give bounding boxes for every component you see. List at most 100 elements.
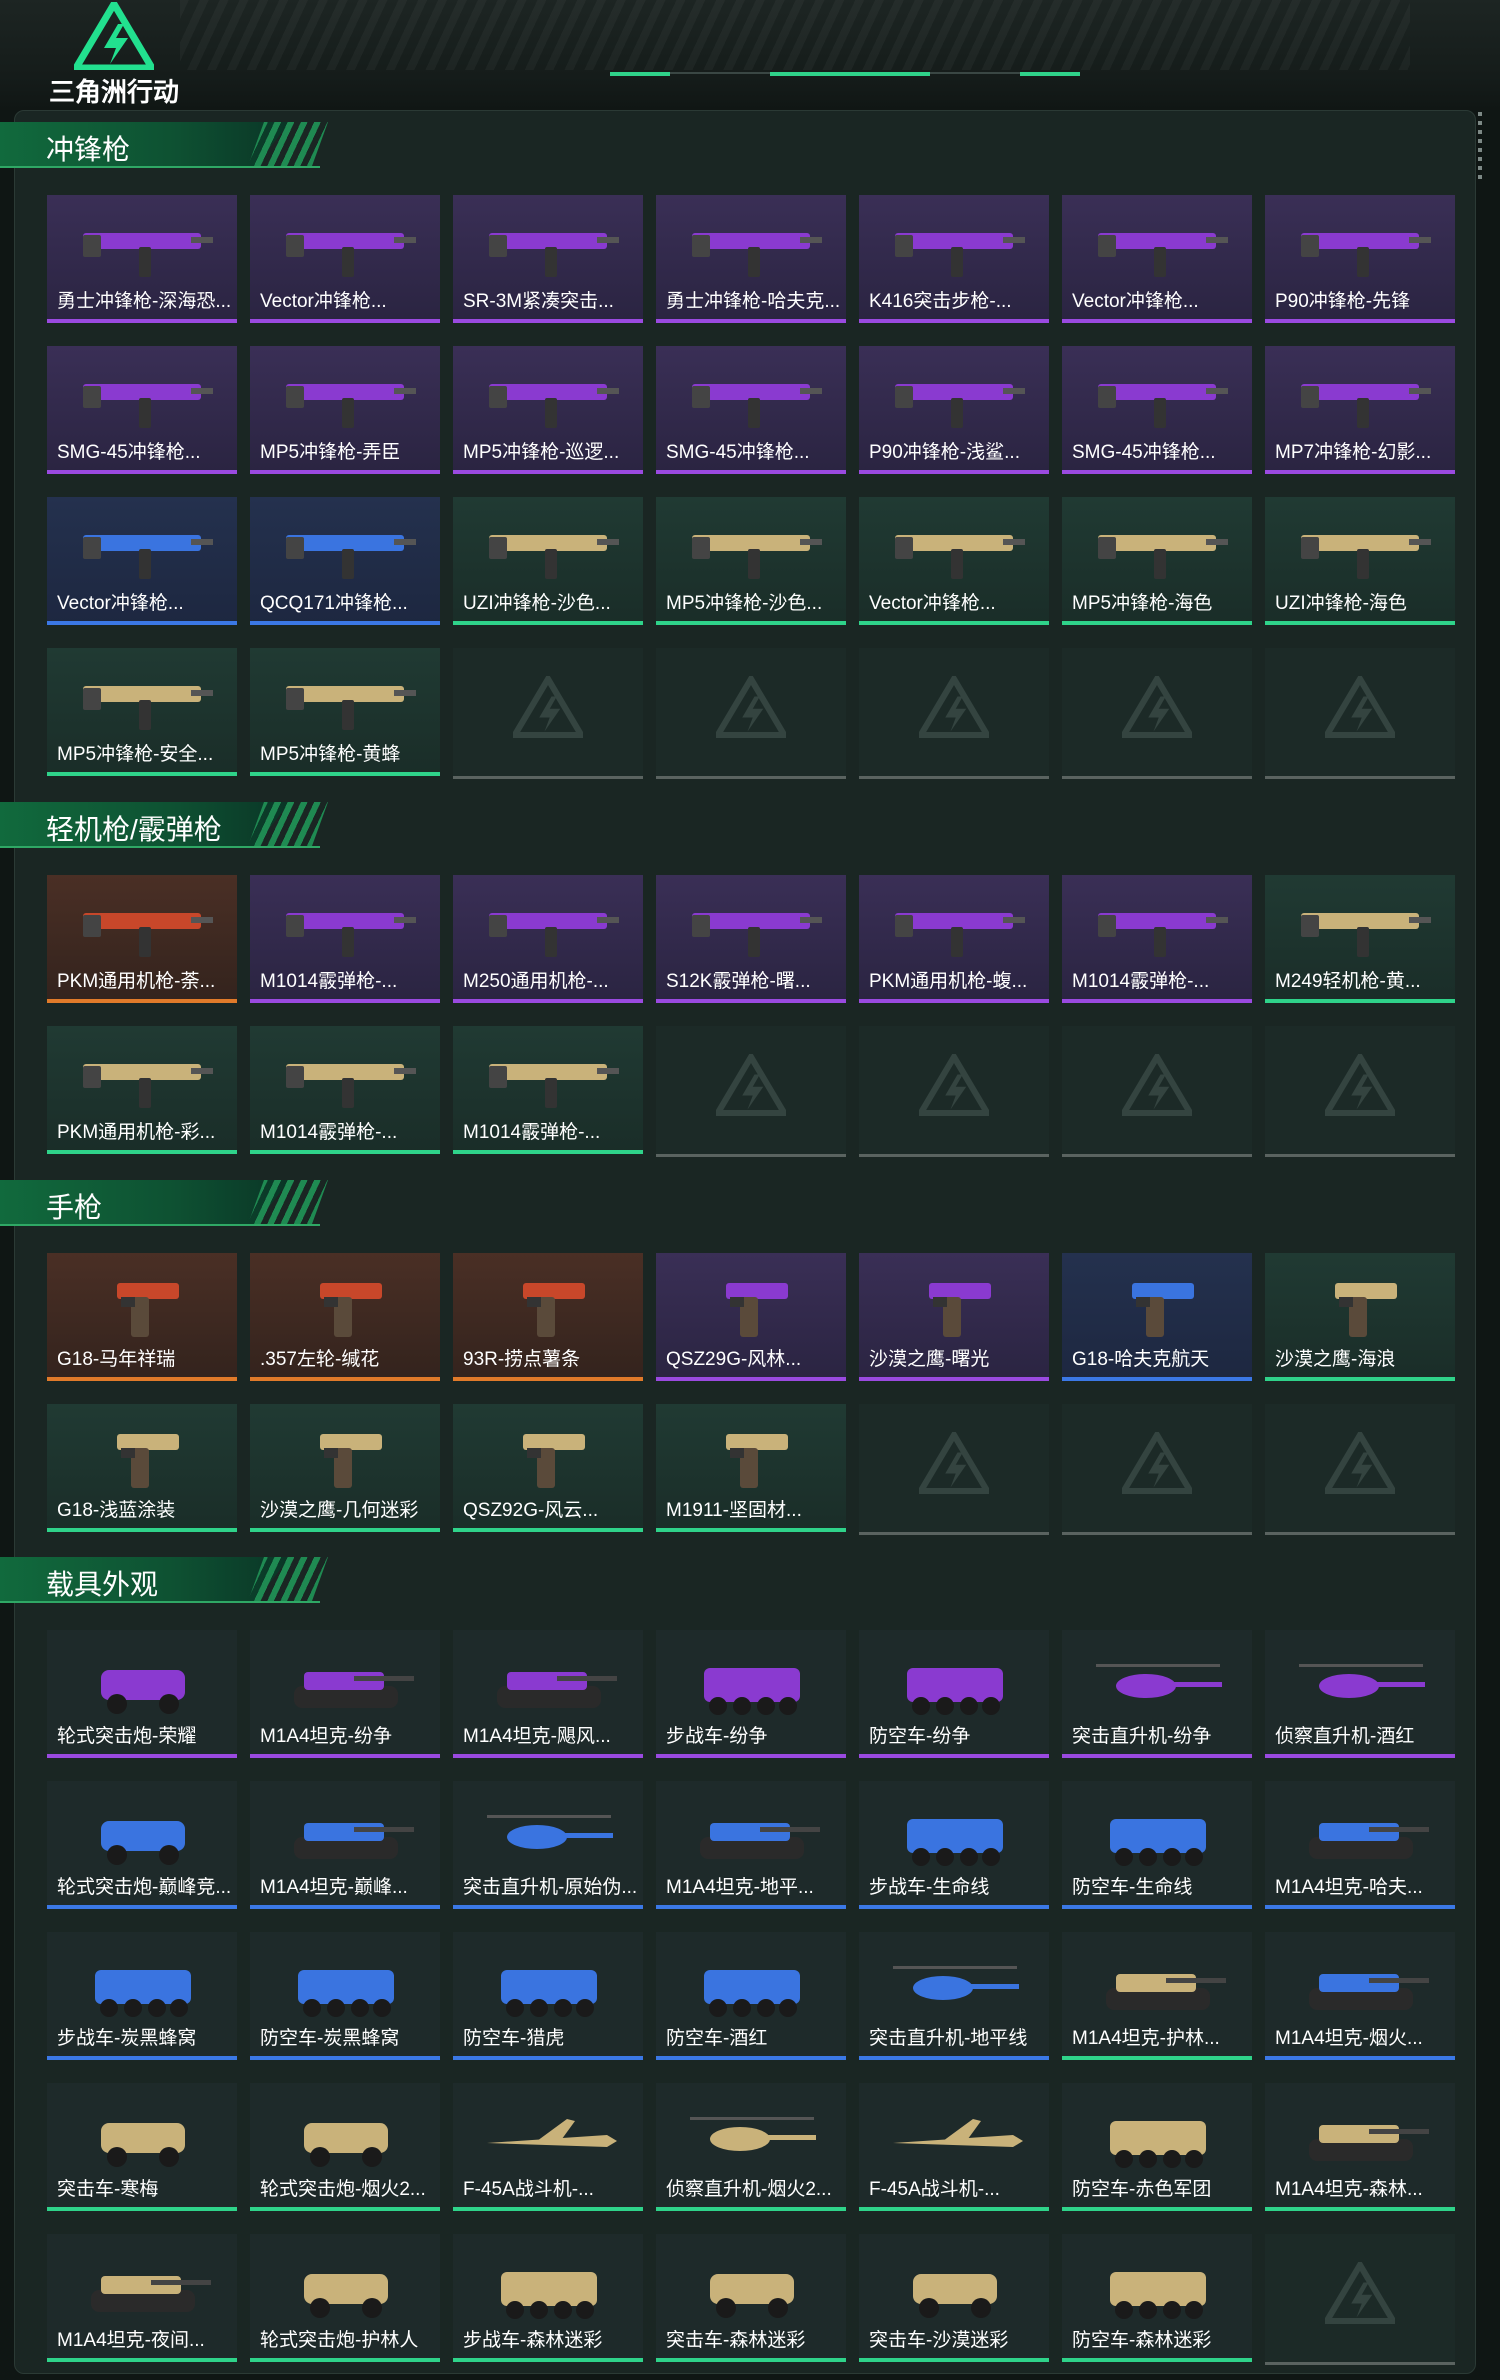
item-card[interactable]: 突击车-森林迷彩 — [656, 2234, 846, 2362]
item-card[interactable]: 突击直升机-地平线 — [859, 1932, 1049, 2060]
item-card[interactable]: 侦察直升机-烟火2... — [656, 2083, 846, 2211]
item-card[interactable]: 93R-捞点薯条 — [453, 1253, 643, 1381]
item-card[interactable]: 轮式突击炮-烟火2... — [250, 2083, 440, 2211]
rarity-bar — [47, 1377, 237, 1381]
item-card[interactable]: MP5冲锋枪-安全... — [47, 648, 237, 776]
item-card[interactable]: M1A4坦克-飓风... — [453, 1630, 643, 1758]
item-card[interactable]: 防空车-炭黑蜂窝 — [250, 1932, 440, 2060]
item-card[interactable]: 突击直升机-纷争 — [1062, 1630, 1252, 1758]
item-card[interactable]: 沙漠之鹰-海浪 — [1265, 1253, 1455, 1381]
item-card[interactable]: UZI冲锋枪-海色 — [1265, 497, 1455, 625]
item-card[interactable]: MP7冲锋枪-幻影... — [1265, 346, 1455, 474]
item-card[interactable]: 防空车-赤色军团 — [1062, 2083, 1252, 2211]
item-card[interactable]: 沙漠之鹰-曙光 — [859, 1253, 1049, 1381]
item-card[interactable]: G18-浅蓝涂装 — [47, 1404, 237, 1532]
item-card[interactable]: 步战车-炭黑蜂窝 — [47, 1932, 237, 2060]
item-card[interactable]: UZI冲锋枪-沙色... — [453, 497, 643, 625]
rarity-bar — [453, 1905, 643, 1909]
item-card[interactable]: MP5冲锋枪-巡逻... — [453, 346, 643, 474]
item-card[interactable]: 突击直升机-原始伪... — [453, 1781, 643, 1909]
item-card[interactable]: 防空车-酒红 — [656, 1932, 846, 2060]
item-card[interactable]: 突击车-寒梅 — [47, 2083, 237, 2211]
item-card[interactable]: Vector冲锋枪... — [47, 497, 237, 625]
rarity-bar — [859, 621, 1049, 625]
item-card[interactable]: MP5冲锋枪-海色 — [1062, 497, 1252, 625]
item-label: 沙漠之鹰-几何迷彩 — [260, 1500, 419, 1521]
item-card[interactable]: M1014霰弹枪-... — [1062, 875, 1252, 1003]
item-card[interactable]: K416突击步枪-... — [859, 195, 1049, 323]
item-card[interactable]: 防空车-生命线 — [1062, 1781, 1252, 1909]
item-card[interactable]: MP5冲锋枪-弄臣 — [250, 346, 440, 474]
scrollbar[interactable] — [1478, 112, 1482, 182]
item-card[interactable]: 轮式突击炮-巅峰竞... — [47, 1781, 237, 1909]
item-card[interactable]: F-45A战斗机-... — [859, 2083, 1049, 2211]
item-card[interactable]: 侦察直升机-酒红 — [1265, 1630, 1455, 1758]
rarity-bar — [1265, 999, 1455, 1003]
rarity-bar — [1062, 999, 1252, 1003]
item-card[interactable]: .357左轮-缄花 — [250, 1253, 440, 1381]
item-card[interactable]: QSZ92G-风云... — [453, 1404, 643, 1532]
item-card[interactable]: SMG-45冲锋枪... — [47, 346, 237, 474]
item-card[interactable]: SMG-45冲锋枪... — [1062, 346, 1252, 474]
item-card[interactable]: 防空车-森林迷彩 — [1062, 2234, 1252, 2362]
item-card[interactable]: 勇士冲锋枪-深海恐... — [47, 195, 237, 323]
item-label: MP5冲锋枪-安全... — [57, 744, 214, 765]
empty-slot — [1265, 648, 1455, 779]
item-card[interactable]: 步战车-森林迷彩 — [453, 2234, 643, 2362]
item-card[interactable]: M250通用机枪-... — [453, 875, 643, 1003]
item-card[interactable]: M249轻机枪-黄... — [1265, 875, 1455, 1003]
item-card[interactable]: G18-哈夫克航天 — [1062, 1253, 1252, 1381]
item-card[interactable]: 沙漠之鹰-几何迷彩 — [250, 1404, 440, 1532]
item-label: 突击车-森林迷彩 — [666, 2330, 806, 2351]
item-card[interactable]: 步战车-纷争 — [656, 1630, 846, 1758]
item-card[interactable]: M1A4坦克-哈夫... — [1265, 1781, 1455, 1909]
item-card[interactable]: P90冲锋枪-浅鲨... — [859, 346, 1049, 474]
empty-slot-logo-icon — [919, 1432, 989, 1494]
item-label: MP5冲锋枪-海色 — [1072, 593, 1213, 614]
item-card[interactable]: 突击车-沙漠迷彩 — [859, 2234, 1049, 2362]
item-card[interactable]: 防空车-猎虎 — [453, 1932, 643, 2060]
item-card[interactable]: P90冲锋枪-先锋 — [1265, 195, 1455, 323]
item-card[interactable]: M1A4坦克-巅峰... — [250, 1781, 440, 1909]
apc-icon — [1076, 2099, 1238, 2179]
item-card[interactable]: M1A4坦克-地平... — [656, 1781, 846, 1909]
item-card[interactable]: QSZ29G-风林... — [656, 1253, 846, 1381]
empty-slot-logo-icon — [1122, 676, 1192, 738]
item-card[interactable]: SR-3M紧凑突击... — [453, 195, 643, 323]
lmg-icon — [61, 891, 223, 971]
item-card[interactable]: S12K霰弹枪-曙... — [656, 875, 846, 1003]
item-card[interactable]: MP5冲锋枪-黄蜂 — [250, 648, 440, 776]
item-card[interactable]: 勇士冲锋枪-哈夫克... — [656, 195, 846, 323]
item-card[interactable]: M1A4坦克-烟火... — [1265, 1932, 1455, 2060]
item-card[interactable]: M1911-坚固材... — [656, 1404, 846, 1532]
item-label: K416突击步枪-... — [869, 291, 1012, 312]
item-card[interactable]: 轮式突击炮-荣耀 — [47, 1630, 237, 1758]
item-card[interactable]: M1014霰弹枪-... — [250, 1026, 440, 1154]
item-card[interactable]: F-45A战斗机-... — [453, 2083, 643, 2211]
item-card[interactable]: M1014霰弹枪-... — [453, 1026, 643, 1154]
item-label: MP7冲锋枪-幻影... — [1275, 442, 1432, 463]
item-card[interactable]: PKM通用机枪-荼... — [47, 875, 237, 1003]
item-label: M1911-坚固材... — [666, 1500, 802, 1521]
item-card[interactable]: M1A4坦克-纷争 — [250, 1630, 440, 1758]
item-card[interactable]: M1014霰弹枪-... — [250, 875, 440, 1003]
tank-icon — [264, 1797, 426, 1877]
item-card[interactable]: SMG-45冲锋枪... — [656, 346, 846, 474]
rarity-bar — [859, 470, 1049, 474]
item-card[interactable]: 防空车-纷争 — [859, 1630, 1049, 1758]
item-card[interactable]: 轮式突击炮-护林人 — [250, 2234, 440, 2362]
item-card[interactable]: QCQ171冲锋枪... — [250, 497, 440, 625]
item-card[interactable]: M1A4坦克-夜间... — [47, 2234, 237, 2362]
item-card[interactable]: PKM通用机枪-蝮... — [859, 875, 1049, 1003]
item-label: 沙漠之鹰-曙光 — [869, 1349, 990, 1370]
item-card[interactable]: MP5冲锋枪-沙色... — [656, 497, 846, 625]
item-card[interactable]: PKM通用机枪-彩... — [47, 1026, 237, 1154]
item-card[interactable]: Vector冲锋枪... — [250, 195, 440, 323]
item-card[interactable]: M1A4坦克-护林... — [1062, 1932, 1252, 2060]
item-card[interactable]: 步战车-生命线 — [859, 1781, 1049, 1909]
item-card[interactable]: G18-马年祥瑞 — [47, 1253, 237, 1381]
item-card[interactable]: Vector冲锋枪... — [1062, 195, 1252, 323]
item-card[interactable]: M1A4坦克-森林... — [1265, 2083, 1455, 2211]
item-card[interactable]: Vector冲锋枪... — [859, 497, 1049, 625]
tank-icon — [1279, 1948, 1441, 2028]
